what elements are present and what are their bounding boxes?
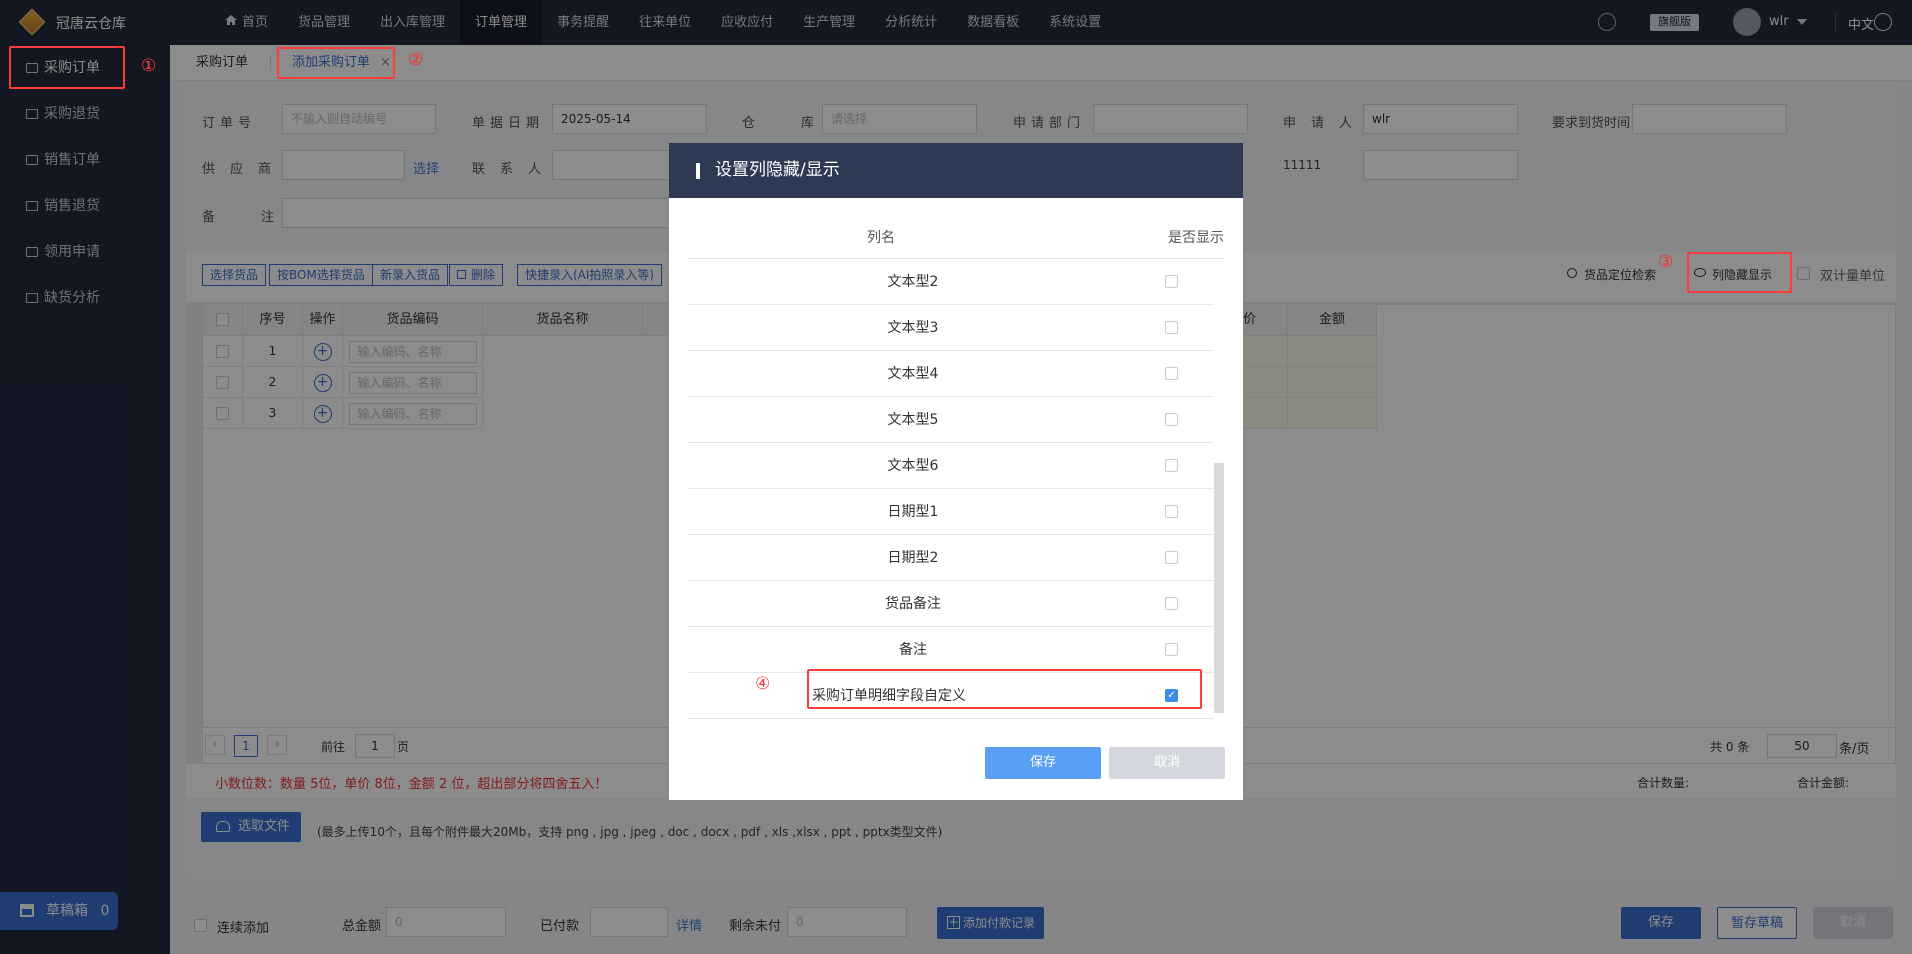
dialog-save-button[interactable]: 保存 — [985, 747, 1101, 779]
column-checkbox[interactable] — [1165, 597, 1178, 610]
list-item: 备注 — [688, 627, 1214, 673]
list-item: 日期型1 — [688, 489, 1214, 535]
column-show-header: 是否显示 — [1168, 230, 1224, 246]
annotation-3-top: ③ — [1658, 252, 1674, 272]
highlight-box-3-top — [1687, 252, 1792, 293]
column-checkbox[interactable] — [1165, 275, 1178, 288]
annotation-2-top: ② — [408, 50, 424, 70]
column-checkbox[interactable] — [1165, 413, 1178, 426]
annotation-1-top: ① — [141, 56, 157, 76]
column-checkbox[interactable] — [1165, 459, 1178, 472]
dialog-scrollbar[interactable] — [1214, 463, 1224, 713]
column-checkbox[interactable] — [1165, 643, 1178, 656]
column-checkbox[interactable] — [1165, 321, 1178, 334]
annotation-4: ④ — [755, 674, 771, 694]
list-item: 日期型2 — [688, 535, 1214, 581]
list-item: 文本型2 — [688, 259, 1214, 305]
column-visibility-dialog: 设置列隐藏/显示 列名 是否显示 文本型2 文本型3 文本型4 文本型5 文本型… — [669, 143, 1243, 800]
dialog-cancel-button[interactable]: 取消 — [1109, 747, 1225, 779]
highlight-box-1-top — [9, 46, 125, 89]
list-item: 文本型3 — [688, 305, 1214, 351]
list-item: 货品备注 — [688, 581, 1214, 627]
column-checkbox[interactable] — [1165, 505, 1178, 518]
dialog-title: 设置列隐藏/显示 — [669, 143, 1243, 198]
list-item: 文本型5 — [688, 397, 1214, 443]
highlight-box-4 — [807, 669, 1202, 709]
list-item: 文本型4 — [688, 351, 1214, 397]
column-checkbox[interactable] — [1165, 551, 1178, 564]
column-checkbox[interactable] — [1165, 367, 1178, 380]
highlight-box-2-top — [277, 47, 395, 79]
list-item: 文本型6 — [688, 443, 1214, 489]
column-name-header: 列名 — [867, 230, 895, 246]
